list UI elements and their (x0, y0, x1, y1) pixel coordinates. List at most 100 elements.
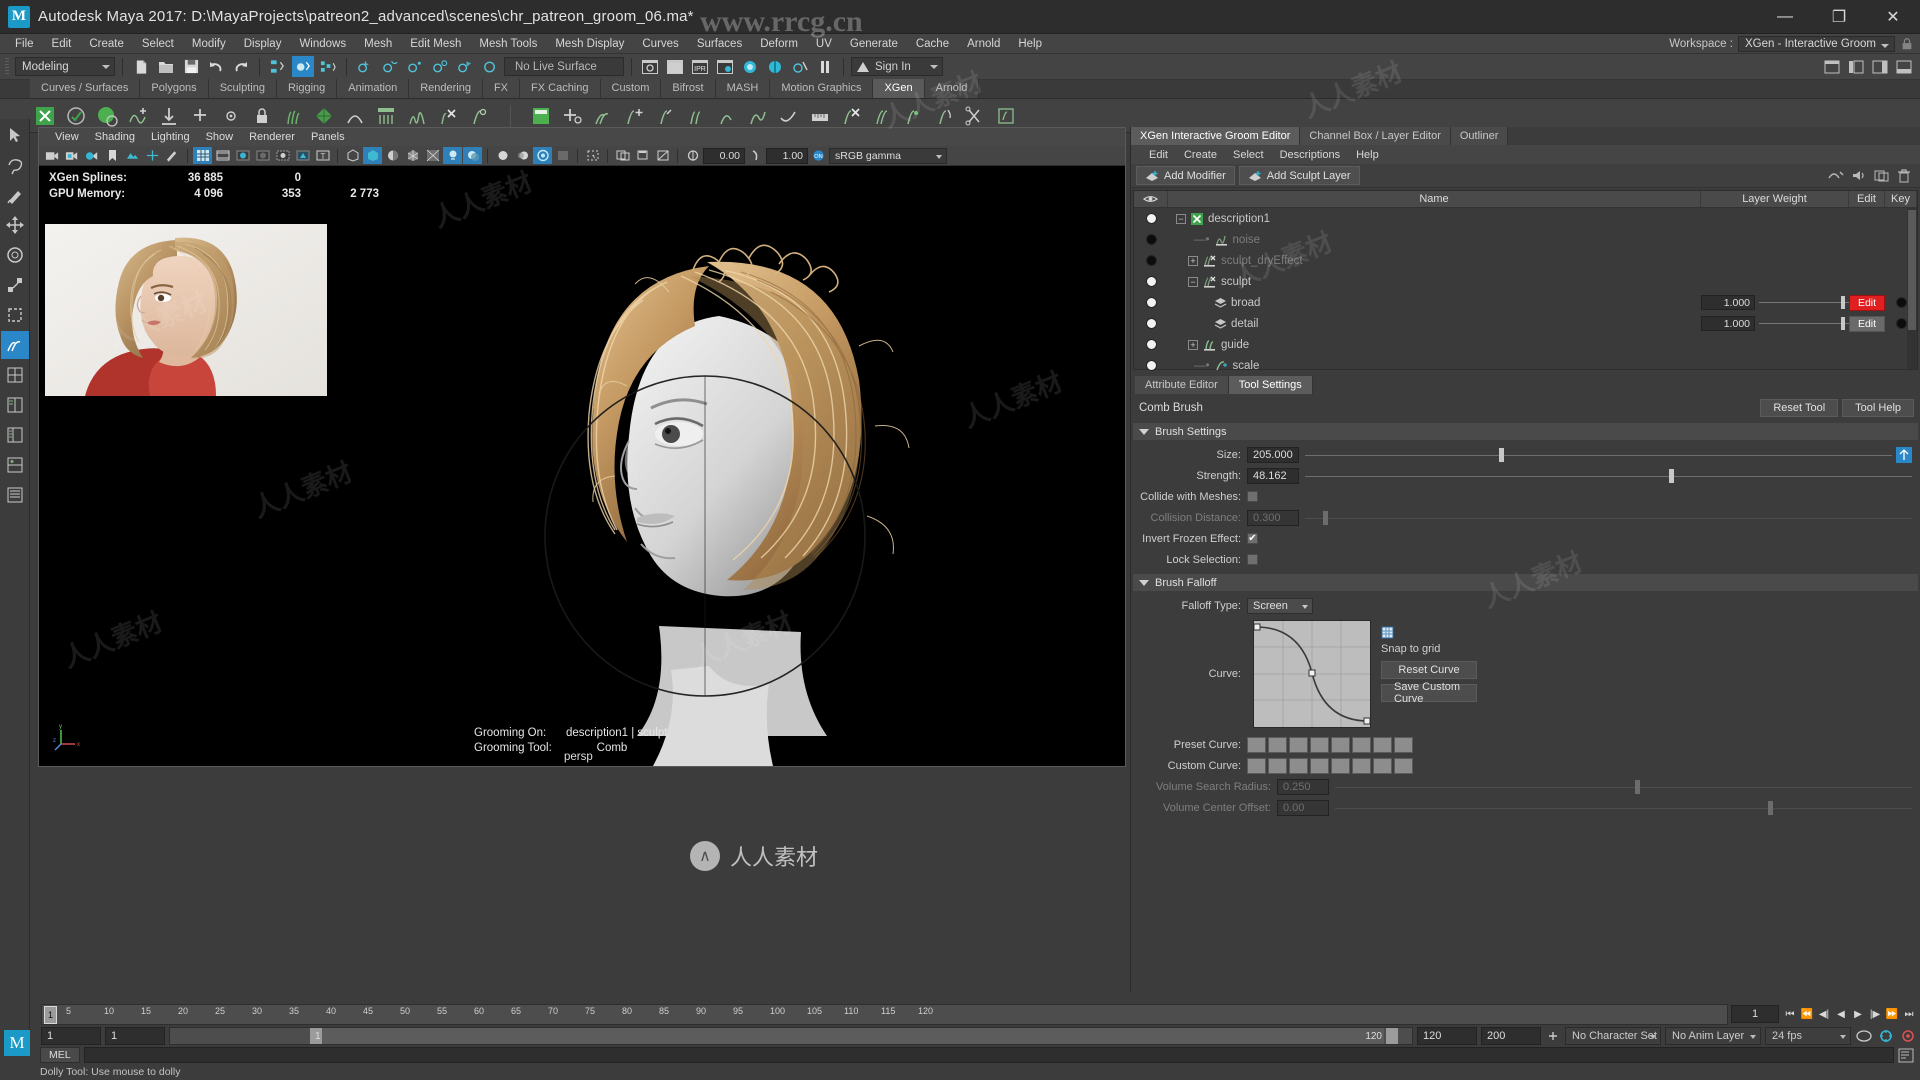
row-visibility-toggle[interactable] (1134, 234, 1168, 245)
slider-handle[interactable] (1323, 510, 1329, 525)
move-tool-icon[interactable] (1, 211, 29, 239)
viewport-menu-panels[interactable]: Panels (303, 130, 353, 144)
hypershade-icon[interactable] (739, 56, 761, 77)
tab-attribute-editor[interactable]: Attribute Editor (1135, 376, 1229, 394)
brush-size-slider[interactable] (1305, 447, 1892, 463)
redo-render-icon[interactable] (664, 56, 686, 77)
character-set-dropdown[interactable]: No Character Set (1565, 1027, 1661, 1045)
auto-key-icon[interactable] (1545, 1028, 1561, 1044)
table-row[interactable]: + guide (1134, 334, 1917, 355)
preset-curve-swatch[interactable] (1394, 736, 1413, 753)
snap-to-grid-icon[interactable] (1381, 626, 1394, 639)
redo-icon[interactable] (230, 56, 252, 77)
brush-strength-slider[interactable] (1305, 468, 1912, 484)
menu-select[interactable]: Select (133, 36, 183, 52)
xgen-noise-icon[interactable] (402, 101, 432, 131)
shelf-tab-sculpting[interactable]: Sculpting (208, 79, 277, 98)
show-hide-ui-b-icon[interactable] (1845, 56, 1867, 77)
menu-file[interactable]: File (6, 36, 43, 52)
last-tool-icon[interactable] (1, 301, 29, 329)
ipr-freeze-icon[interactable] (613, 147, 632, 164)
fps-dropdown[interactable]: 24 fps (1765, 1027, 1851, 1045)
layer-weight-slider[interactable] (1759, 316, 1849, 331)
animation-preferences-icon[interactable] (1877, 1028, 1895, 1044)
custom-curve-swatch[interactable] (1247, 757, 1266, 774)
igs-noise-brush-icon[interactable] (743, 101, 773, 131)
gamma-field[interactable]: 1.00 (766, 147, 808, 164)
volume-search-radius-slider[interactable] (1335, 779, 1912, 795)
minimize-button[interactable]: — (1758, 0, 1812, 33)
command-input-field[interactable] (83, 1047, 1894, 1063)
playback-start-time-field[interactable]: 1 (105, 1027, 165, 1045)
toggle-preview-icon[interactable] (1828, 169, 1844, 182)
paint-select-tool-icon[interactable] (1, 181, 29, 209)
xgen-add-guide-icon[interactable] (123, 101, 153, 131)
xgen-sphere-icon[interactable] (92, 101, 122, 131)
table-row[interactable]: − sculpt (1134, 271, 1917, 292)
xgen-density-icon[interactable] (371, 101, 401, 131)
layout-hypershade-icon[interactable] (1, 451, 29, 479)
sound-toggle-icon[interactable] (1851, 169, 1867, 182)
shelf-tab-rigging[interactable]: Rigging (276, 79, 338, 98)
show-hide-ui-d-icon[interactable] (1893, 56, 1915, 77)
slider-handle[interactable] (1841, 296, 1845, 309)
snap-to-curve-icon[interactable] (379, 56, 401, 77)
new-scene-icon[interactable] (130, 56, 152, 77)
igs-freeze-icon[interactable] (898, 101, 928, 131)
live-surface-field[interactable]: No Live Surface (504, 57, 624, 76)
igs-density-brush-icon[interactable] (681, 101, 711, 131)
undo-icon[interactable] (205, 56, 227, 77)
row-visibility-toggle[interactable] (1134, 255, 1168, 266)
menuset-dropdown[interactable]: Modeling (15, 57, 115, 76)
select-by-hierarchy-icon[interactable] (267, 56, 289, 77)
lasso-tool-icon[interactable] (1, 151, 29, 179)
table-row[interactable]: + sculpt_dryEffect (1134, 250, 1917, 271)
delete-layer-icon[interactable] (1897, 168, 1911, 183)
step-back-key-button[interactable]: ⏪ (1799, 1005, 1815, 1023)
custom-curve-swatch[interactable] (1268, 757, 1287, 774)
brush-strength-field[interactable]: 48.162 (1247, 467, 1299, 484)
layer-weight-field[interactable]: 1.000 (1701, 316, 1755, 331)
color-space-dropdown[interactable]: sRGB gamma (829, 147, 947, 164)
play-forwards-button[interactable]: ▶ (1850, 1005, 1866, 1023)
expander-icon[interactable]: − (1188, 276, 1198, 287)
isolate-select-icon[interactable] (583, 147, 602, 164)
xgen-guide-tool-icon[interactable] (464, 101, 494, 131)
igs-add-icon[interactable] (557, 101, 587, 131)
preset-curve-swatch[interactable] (1373, 736, 1392, 753)
menu-deform[interactable]: Deform (751, 36, 807, 52)
snap-to-point-icon[interactable] (404, 56, 426, 77)
comb-brush-tool-icon[interactable] (1, 331, 29, 359)
volume-center-offset-field[interactable]: 0.00 (1277, 799, 1329, 816)
step-forward-key-button[interactable]: ⏩ (1884, 1005, 1900, 1023)
render-current-frame-icon[interactable] (639, 56, 661, 77)
color-management-toggle-icon[interactable]: ON (809, 147, 828, 164)
snap-to-projected-center-icon[interactable] (429, 56, 451, 77)
image-plane-icon[interactable] (123, 147, 142, 164)
collide-with-meshes-checkbox[interactable] (1247, 491, 1258, 502)
range-slider-track[interactable]: 1 120 (169, 1027, 1413, 1045)
shelf-tab-animation[interactable]: Animation (337, 79, 410, 98)
shelf-tab-bifrost[interactable]: Bifrost (661, 79, 716, 98)
reset-tool-button[interactable]: Reset Tool (1760, 399, 1839, 417)
tab-channel-box-layer-editor[interactable]: Channel Box / Layer Editor (1300, 127, 1451, 145)
hardware-texturing-icon[interactable] (383, 147, 402, 164)
menu-arnold[interactable]: Arnold (958, 36, 1009, 52)
sign-in-button[interactable]: Sign In (851, 57, 943, 76)
select-by-object-type-icon[interactable] (292, 56, 314, 77)
igs-menu-select[interactable]: Select (1225, 148, 1272, 162)
xgen-mesh-icon[interactable] (309, 101, 339, 131)
collapse-triangle-icon[interactable] (1139, 579, 1149, 586)
menu-modify[interactable]: Modify (183, 36, 235, 52)
animation-settings-icon[interactable] (1899, 1028, 1917, 1044)
shelf-tab-custom[interactable]: Custom (600, 79, 662, 98)
row-visibility-toggle[interactable] (1134, 276, 1168, 287)
preset-curve-swatch[interactable] (1247, 736, 1266, 753)
preset-curve-swatch[interactable] (1310, 736, 1329, 753)
igs-smooth-brush-icon[interactable] (774, 101, 804, 131)
row-visibility-toggle[interactable] (1134, 339, 1168, 350)
text-display-icon[interactable]: T (313, 147, 332, 164)
exposure-field[interactable]: 0.00 (703, 147, 745, 164)
time-slider-track[interactable]: 1 5 10 15 20 25 30 35 40 45 50 55 60 65 … (41, 1003, 1728, 1025)
shadow-display-icon[interactable] (463, 147, 482, 164)
